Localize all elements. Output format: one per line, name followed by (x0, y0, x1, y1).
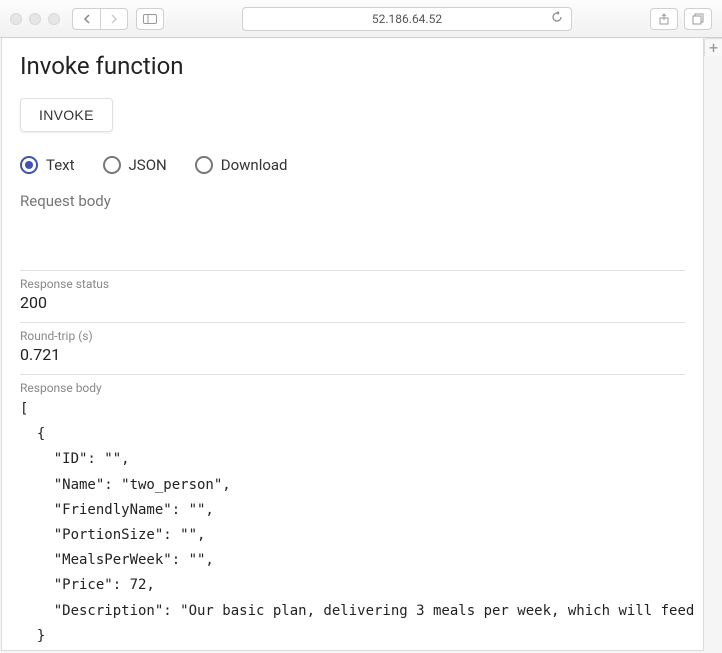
maximize-window-icon[interactable] (48, 13, 60, 25)
invoke-button[interactable]: INVOKE (20, 98, 113, 132)
new-tab-button[interactable]: + (704, 38, 722, 56)
radio-text[interactable]: Text (20, 156, 75, 174)
radio-label: Download (221, 156, 288, 174)
radio-icon (103, 156, 121, 174)
field-label: Round-trip (s) (20, 329, 685, 343)
response-status-value: 200 (20, 293, 685, 312)
radio-label: Text (46, 156, 75, 174)
response-body-field: Response body [ { "ID": "", "Name": "two… (20, 374, 685, 651)
page-content: Invoke function INVOKE Text JSON Downloa… (1, 38, 704, 651)
sidebar-icon (143, 14, 157, 24)
tabs-icon (692, 13, 704, 25)
field-label: Response body (20, 381, 685, 395)
output-format-radio-group: Text JSON Download (20, 156, 685, 174)
share-button[interactable] (650, 8, 678, 30)
radio-icon (20, 156, 38, 174)
request-body-input[interactable] (20, 192, 685, 262)
page-title: Invoke function (20, 52, 685, 80)
sidebar-toggle-button[interactable] (136, 8, 164, 30)
minimize-window-icon[interactable] (29, 13, 41, 25)
radio-json[interactable]: JSON (103, 156, 167, 174)
reload-button[interactable] (551, 11, 563, 27)
chevron-left-icon (83, 14, 91, 24)
radio-download[interactable]: Download (195, 156, 288, 174)
chevron-right-icon (110, 14, 118, 24)
browser-toolbar: 52.186.64.52 (0, 0, 722, 38)
roundtrip-field: Round-trip (s) 0.721 (20, 322, 685, 374)
window-controls (10, 13, 60, 25)
response-status-field: Response status 200 (20, 270, 685, 322)
response-body-value: [ { "ID": "", "Name": "two_person", "Fri… (20, 397, 685, 651)
back-button[interactable] (72, 8, 100, 30)
tabs-button[interactable] (684, 8, 712, 30)
roundtrip-value: 0.721 (20, 345, 685, 364)
close-window-icon[interactable] (10, 13, 22, 25)
url-text: 52.186.64.52 (372, 12, 442, 26)
radio-label: JSON (129, 156, 167, 174)
address-bar[interactable]: 52.186.64.52 (242, 7, 572, 31)
reload-icon (551, 11, 563, 23)
share-icon (658, 13, 670, 25)
forward-button[interactable] (100, 8, 128, 30)
field-label: Response status (20, 277, 685, 291)
radio-icon (195, 156, 213, 174)
